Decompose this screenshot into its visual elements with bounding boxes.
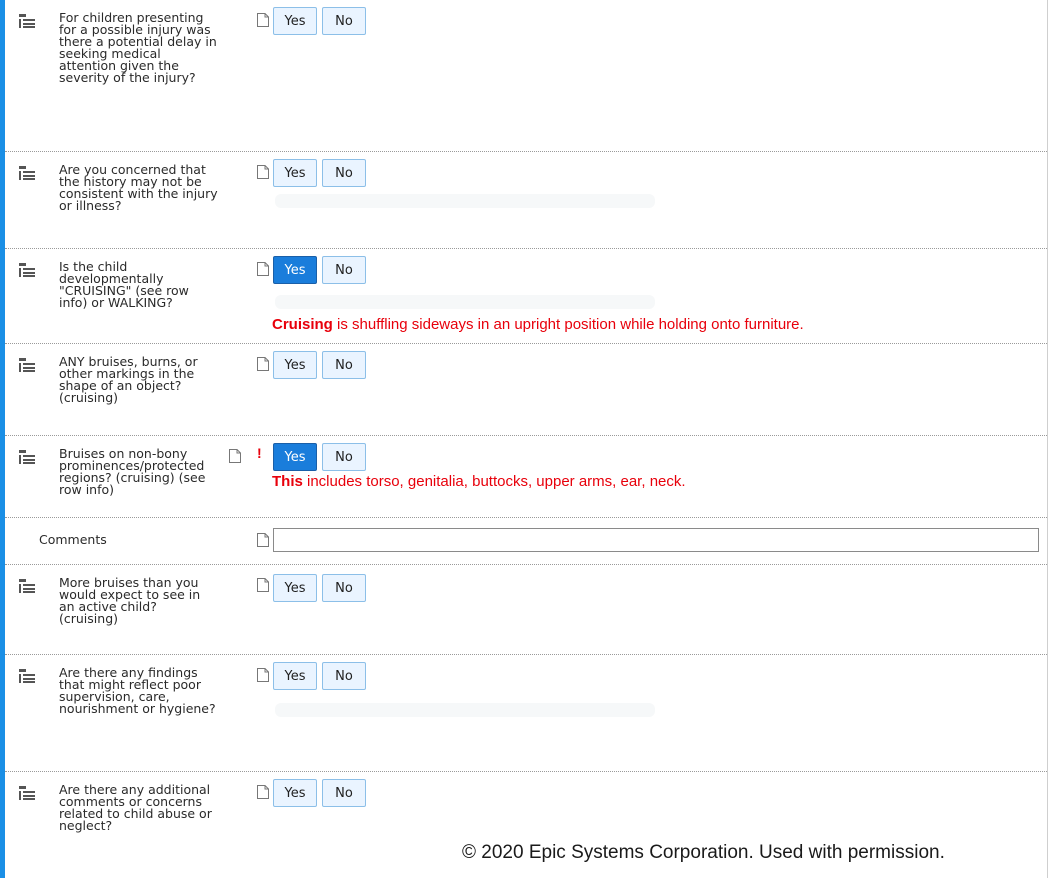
row-info-icon[interactable] xyxy=(19,166,35,180)
question-text: Bruises on non-bony prominences/protecte… xyxy=(59,446,206,497)
comment-note-icon[interactable] xyxy=(257,357,269,371)
row-info-icon[interactable] xyxy=(19,786,35,800)
question-row-more-bruises: More bruises than you would expect to se… xyxy=(5,565,1047,655)
comment-note-icon[interactable] xyxy=(257,668,269,682)
question-text: Are there any findings that might reflec… xyxy=(59,665,216,716)
row-info-icon[interactable] xyxy=(19,450,35,464)
faded-hint-area xyxy=(275,194,655,208)
question-text: More bruises than you would expect to se… xyxy=(59,575,201,626)
no-button[interactable]: No xyxy=(322,7,366,35)
row-info-icon[interactable] xyxy=(19,579,35,593)
comments-input[interactable] xyxy=(273,528,1039,552)
question-row-delay-seeking-care: For children presenting for a possible i… xyxy=(5,0,1047,152)
question-row-history-consistent: Are you concerned that the history may n… xyxy=(5,152,1047,249)
yes-button[interactable]: Yes xyxy=(273,779,317,807)
note-body: includes torso, genitalia, buttocks, upp… xyxy=(302,473,686,490)
question-row-object-markings: ANY bruises, burns, or other markings in… xyxy=(5,344,1047,436)
protected-regions-note: This includes torso, genitalia, buttocks… xyxy=(272,473,686,490)
question-text: Is the child developmentally "CRUISING" … xyxy=(59,259,189,310)
comment-note-icon[interactable] xyxy=(257,785,269,799)
faded-hint-area xyxy=(275,295,655,309)
faded-hint-area xyxy=(275,703,655,717)
yes-button-selected[interactable]: Yes xyxy=(273,256,317,284)
question-text: For children presenting for a possible i… xyxy=(59,10,217,85)
comment-note-icon[interactable] xyxy=(229,449,241,463)
question-row-cruising-walking: Is the child developmentally "CRUISING" … xyxy=(5,249,1047,344)
yes-button[interactable]: Yes xyxy=(273,159,317,187)
comment-note-icon[interactable] xyxy=(257,578,269,592)
comment-note-icon[interactable] xyxy=(257,13,269,27)
no-button[interactable]: No xyxy=(322,662,366,690)
no-button[interactable]: No xyxy=(322,779,366,807)
row-info-icon[interactable] xyxy=(19,14,35,28)
yes-button[interactable]: Yes xyxy=(273,574,317,602)
cruising-definition: is shuffling sideways in an upright posi… xyxy=(332,316,804,333)
comment-note-icon[interactable] xyxy=(257,533,269,547)
comments-label: Comments xyxy=(39,532,107,547)
yes-button[interactable]: Yes xyxy=(273,7,317,35)
yes-button[interactable]: Yes xyxy=(273,662,317,690)
question-row-protected-regions: Bruises on non-bony prominences/protecte… xyxy=(5,436,1047,518)
no-button[interactable]: No xyxy=(322,256,366,284)
comment-note-icon[interactable] xyxy=(257,262,269,276)
row-info-icon[interactable] xyxy=(19,669,35,683)
copyright-notice: © 2020 Epic Systems Corporation. Used wi… xyxy=(462,842,945,863)
comment-note-icon[interactable] xyxy=(257,165,269,179)
note-lead-word: This xyxy=(272,473,303,490)
no-button[interactable]: No xyxy=(322,574,366,602)
question-row-poor-supervision: Are there any findings that might reflec… xyxy=(5,655,1047,772)
row-info-icon[interactable] xyxy=(19,358,35,372)
row-info-icon[interactable] xyxy=(19,263,35,277)
no-button[interactable]: No xyxy=(322,351,366,379)
no-button[interactable]: No xyxy=(322,443,366,471)
no-button[interactable]: No xyxy=(322,159,366,187)
cruising-term: Cruising xyxy=(272,316,333,333)
right-border xyxy=(1047,0,1048,878)
cruising-definition-note: Cruising is shuffling sideways in an upr… xyxy=(272,316,804,333)
yes-button-selected[interactable]: Yes xyxy=(273,443,317,471)
comments-row: Comments xyxy=(5,518,1047,565)
yes-button[interactable]: Yes xyxy=(273,351,317,379)
question-text: ANY bruises, burns, or other markings in… xyxy=(59,354,198,405)
required-alert-icon: ! xyxy=(257,445,262,461)
question-text: Are there any additional comments or con… xyxy=(59,782,212,833)
question-text: Are you concerned that the history may n… xyxy=(59,162,218,213)
